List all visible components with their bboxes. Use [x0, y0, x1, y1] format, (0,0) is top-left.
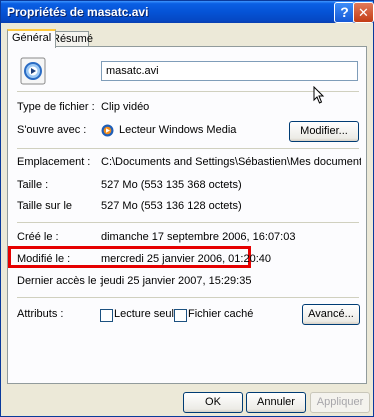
separator [17, 91, 359, 92]
accessed-value: jeudi 25 janvier 2007, 15:29:35 [101, 275, 252, 287]
attributes-label: Attributs : [17, 308, 64, 320]
apply-button[interactable]: Appliquer [310, 392, 370, 413]
created-label: Créé le : [17, 231, 59, 243]
close-icon: ✕ [358, 5, 369, 20]
hidden-checkbox[interactable] [174, 309, 187, 322]
close-button[interactable]: ✕ [353, 2, 374, 23]
modified-value: mercredi 25 janvier 2006, 01:20:40 [101, 253, 271, 265]
location-label: Emplacement : [17, 156, 91, 168]
tab-general[interactable]: Général [7, 29, 57, 48]
file-name-input[interactable]: masatc.avi [101, 61, 358, 81]
readonly-label[interactable]: Lecture seule [114, 308, 180, 320]
created-value: dimanche 17 septembre 2006, 16:07:03 [101, 231, 296, 243]
size-on-disk-label: Taille sur le [17, 200, 73, 212]
hidden-label[interactable]: Fichier caché [188, 308, 253, 320]
modify-button[interactable]: Modifier... [289, 121, 359, 142]
size-on-disk-value: 527 Mo (553 136 128 octets) [101, 200, 242, 212]
help-button[interactable]: ? [334, 2, 355, 23]
file-type-value: Clip vidéo [101, 101, 150, 113]
help-icon: ? [340, 4, 349, 20]
mouse-cursor-icon [313, 86, 325, 104]
separator [17, 222, 359, 223]
windows-media-player-icon [101, 124, 114, 137]
size-value: 527 Mo (553 135 368 octets) [101, 179, 242, 191]
ok-button[interactable]: OK [183, 392, 243, 413]
size-label: Taille : [17, 179, 49, 191]
opens-with-value: Lecteur Windows Media [119, 124, 237, 136]
file-type-label: Type de fichier : [17, 101, 95, 113]
readonly-checkbox[interactable] [100, 309, 113, 322]
title-bar[interactable]: Propriétés de masatc.avi ? ✕ [1, 1, 374, 23]
separator [17, 148, 359, 149]
window-title: Propriétés de masatc.avi [7, 5, 149, 19]
modified-label: Modifié le : [17, 253, 71, 265]
advanced-button[interactable]: Avancé... [302, 304, 360, 325]
accessed-label: Dernier accès le : [17, 275, 103, 287]
separator [17, 297, 359, 298]
properties-dialog: Propriétés de masatc.avi ? ✕ Général Rés… [0, 0, 374, 417]
opens-with-label: S'ouvre avec : [17, 124, 87, 136]
video-file-icon [20, 57, 46, 85]
location-value: C:\Documents and Settings\Sébastien\Mes … [101, 156, 361, 168]
cancel-button[interactable]: Annuler [246, 392, 306, 413]
